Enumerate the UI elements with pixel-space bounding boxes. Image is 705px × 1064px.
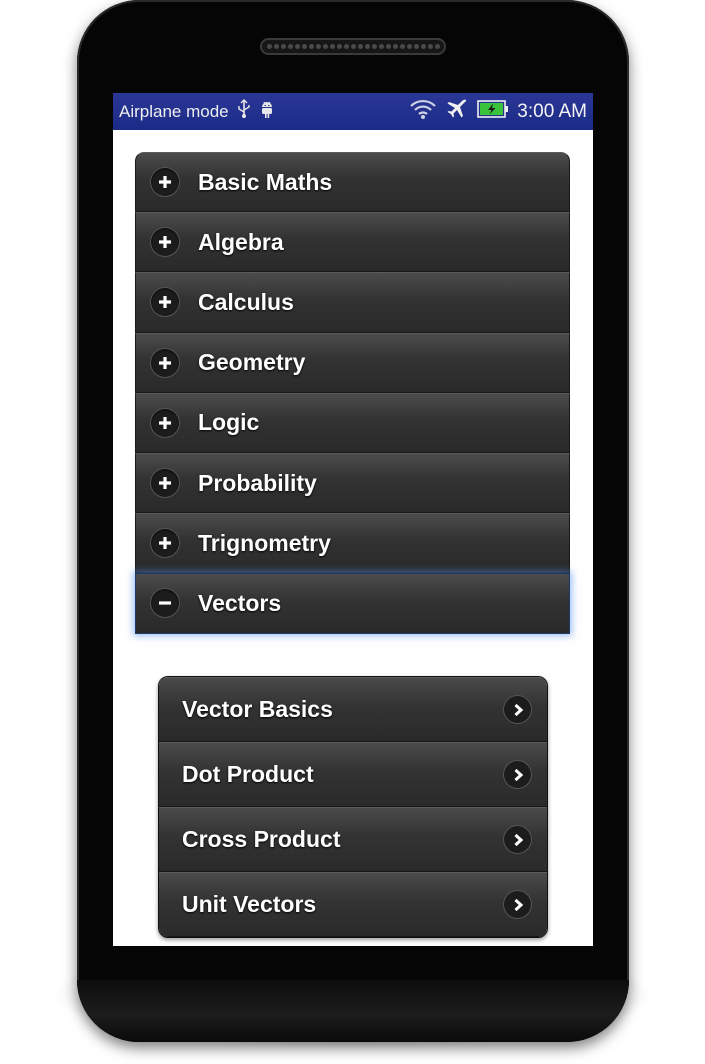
accordion-item-label: Vectors — [198, 589, 282, 616]
accordion-item-vectors[interactable]: Vectors — [135, 573, 570, 634]
phone-chin — [77, 980, 629, 1042]
android-debug-icon — [259, 99, 275, 124]
airplane-icon — [445, 97, 469, 126]
topics-accordion: Basic Maths Algebra Calculus Geometry Lo… — [135, 152, 570, 634]
plus-icon — [151, 529, 179, 558]
usb-icon — [237, 99, 251, 124]
plus-icon — [151, 348, 179, 377]
list-item-cross-product[interactable]: Cross Product — [159, 807, 547, 872]
plus-icon — [151, 408, 179, 437]
plus-icon — [151, 168, 179, 197]
chevron-right-icon — [504, 826, 531, 853]
accordion-item-probability[interactable]: Probability — [135, 452, 570, 514]
battery-charging-icon — [477, 100, 509, 123]
earpiece-speaker — [260, 38, 446, 55]
chevron-right-icon — [504, 761, 531, 788]
accordion-item-calculus[interactable]: Calculus — [135, 272, 570, 333]
accordion-item-algebra[interactable]: Algebra — [135, 212, 570, 273]
accordion-item-logic[interactable]: Logic — [135, 392, 570, 453]
chevron-right-icon — [504, 891, 531, 918]
accordion-item-label: Calculus — [198, 288, 294, 315]
chevron-right-icon — [504, 696, 531, 723]
status-time: 3:00 AM — [517, 100, 587, 122]
accordion-item-label: Trignometry — [198, 529, 331, 556]
list-item-label: Unit Vectors — [182, 891, 317, 917]
accordion-item-label: Algebra — [198, 228, 284, 255]
minus-icon — [151, 589, 179, 618]
list-item-label: Cross Product — [182, 826, 341, 852]
phone-screen: Airplane mode 3:00 AM Basic Maths Algebr… — [113, 93, 593, 946]
list-item-unit-vectors[interactable]: Unit Vectors — [159, 872, 547, 937]
plus-icon — [151, 469, 179, 498]
accordion-item-geometry[interactable]: Geometry — [135, 332, 570, 393]
plus-icon — [151, 228, 179, 257]
accordion-item-basic-maths[interactable]: Basic Maths — [135, 152, 570, 213]
accordion-item-label: Geometry — [198, 349, 306, 376]
accordion-item-label: Basic Maths — [198, 168, 333, 195]
accordion-item-label: Logic — [198, 409, 260, 436]
list-item-vector-basics[interactable]: Vector Basics — [159, 677, 547, 742]
accordion-item-label: Probability — [198, 469, 317, 496]
list-item-dot-product[interactable]: Dot Product — [159, 742, 547, 807]
status-bar: Airplane mode 3:00 AM — [113, 93, 593, 130]
list-item-label: Vector Basics — [182, 696, 333, 722]
accordion-item-trignometry[interactable]: Trignometry — [135, 513, 570, 574]
plus-icon — [151, 288, 179, 317]
status-mode-text: Airplane mode — [119, 101, 229, 121]
wifi-icon — [409, 98, 437, 125]
vectors-sublist: Vector Basics Dot Product Cross Product … — [158, 676, 548, 938]
list-item-label: Dot Product — [182, 761, 314, 787]
